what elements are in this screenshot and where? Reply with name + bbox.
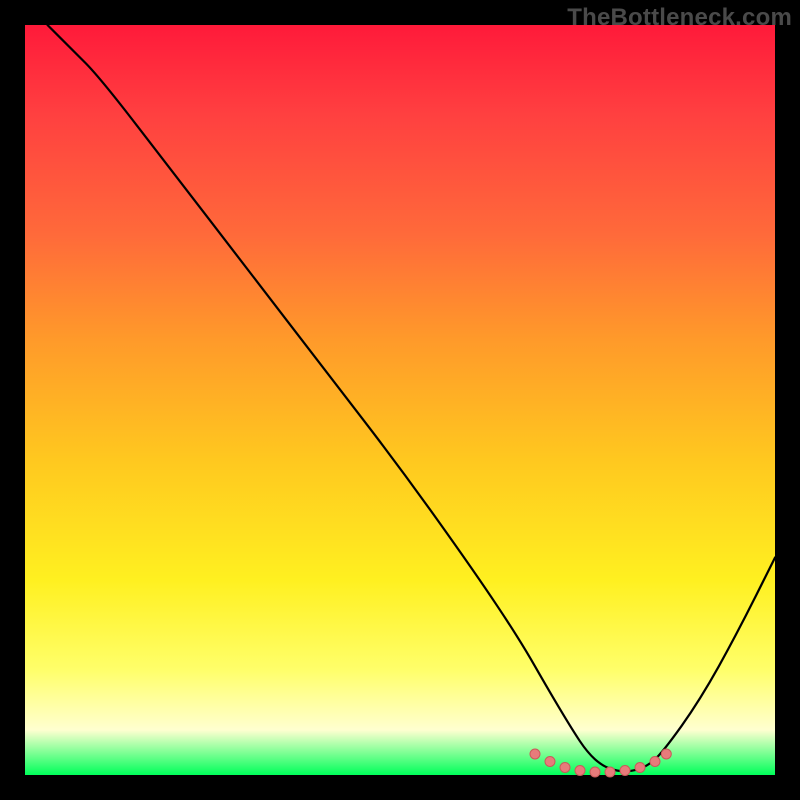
- valley-dot: [620, 766, 630, 776]
- valley-dot: [661, 749, 671, 759]
- valley-dot: [590, 767, 600, 777]
- bottleneck-curve-line: [48, 25, 776, 771]
- valley-dot: [635, 763, 645, 773]
- valley-dot: [530, 749, 540, 759]
- valley-dot: [545, 757, 555, 767]
- valley-dot: [605, 767, 615, 777]
- valley-dot: [575, 766, 585, 776]
- valley-dot: [560, 763, 570, 773]
- valley-dot: [650, 757, 660, 767]
- bottleneck-chart: [25, 25, 775, 775]
